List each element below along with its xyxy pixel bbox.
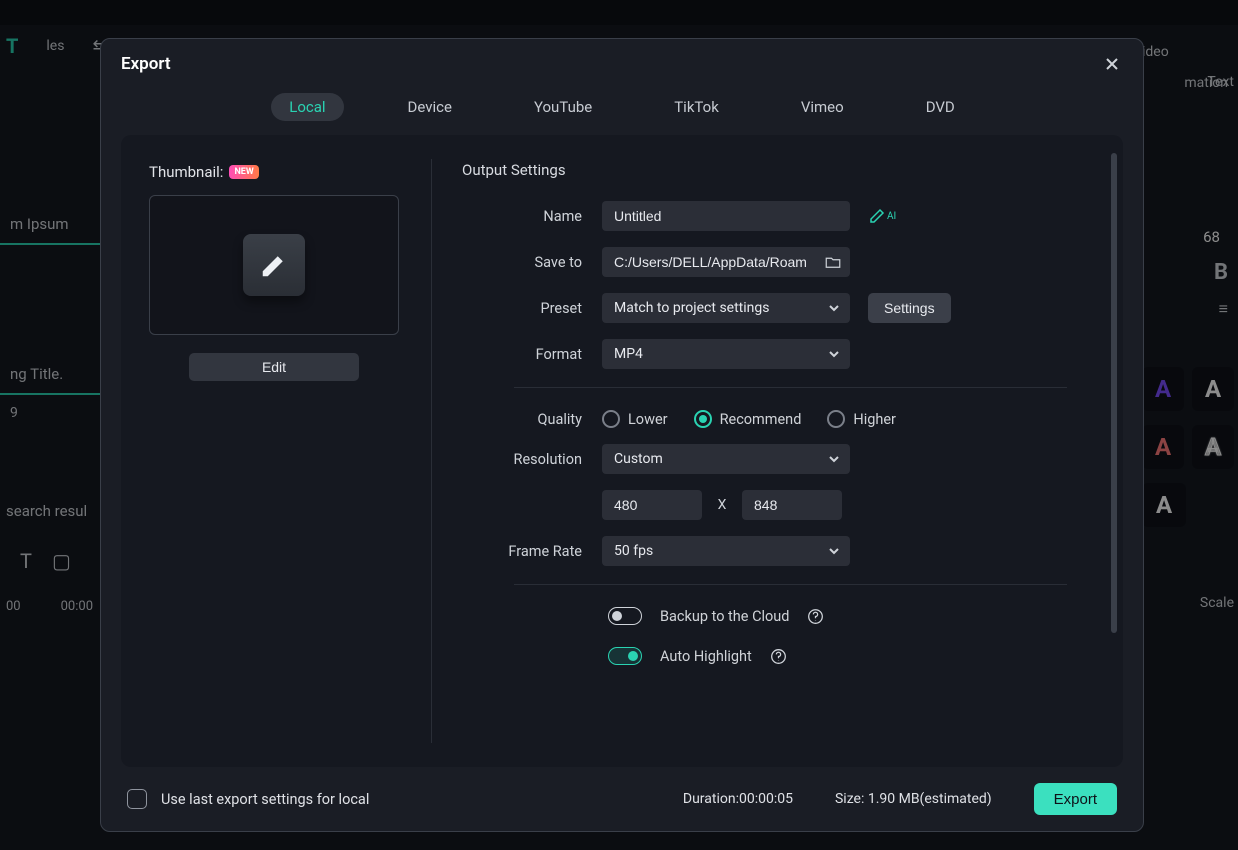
scrollbar[interactable]	[1111, 153, 1117, 633]
divider	[514, 584, 1067, 585]
resolution-x: X	[712, 497, 732, 513]
tab-vimeo[interactable]: Vimeo	[783, 93, 862, 121]
close-button[interactable]	[1101, 53, 1123, 75]
size-info: Size: 1.90 MB(estimated)	[835, 791, 992, 807]
dialog-title: Export	[121, 54, 171, 74]
duration-info: Duration:00:00:05	[683, 791, 793, 807]
folder-icon[interactable]	[824, 253, 842, 271]
export-tabs: Local Device YouTube TikTok Vimeo DVD	[101, 85, 1143, 135]
chevron-down-icon	[828, 302, 840, 314]
preset-tile: m Ipsum	[0, 95, 100, 245]
preset-select[interactable]: Match to project settings	[602, 293, 850, 323]
name-input[interactable]	[602, 201, 850, 231]
resolution-height-input[interactable]	[742, 490, 842, 520]
output-settings-heading: Output Settings	[462, 161, 1067, 179]
export-button[interactable]: Export	[1034, 783, 1117, 815]
quality-recommend[interactable]: Recommend	[694, 410, 802, 428]
chevron-down-icon	[828, 453, 840, 465]
edit-thumbnail-icon	[243, 234, 305, 296]
export-dialog: Export Local Device YouTube TikTok Vimeo…	[100, 38, 1144, 832]
tab-local[interactable]: Local	[271, 93, 343, 121]
edit-thumbnail-button[interactable]: Edit	[189, 353, 359, 381]
help-icon[interactable]	[807, 608, 824, 625]
search-results-text: search resul	[0, 491, 100, 531]
crop-tool-icon: ▢	[52, 549, 71, 573]
text-tool-icon: T	[20, 549, 32, 573]
tab-youtube[interactable]: YouTube	[516, 93, 610, 121]
ai-name-icon[interactable]: AI	[868, 207, 896, 225]
thumbnail-preview[interactable]	[149, 195, 399, 335]
resolution-select[interactable]: Custom	[602, 444, 850, 474]
chevron-down-icon	[828, 348, 840, 360]
divider	[514, 387, 1067, 388]
name-label: Name	[462, 208, 602, 225]
titles-icon: T	[6, 34, 18, 58]
thumbnail-label: Thumbnail:	[149, 163, 223, 181]
backup-cloud-label: Backup to the Cloud	[660, 608, 789, 625]
toolbar-item: les	[46, 38, 64, 54]
saveto-label: Save to	[462, 254, 602, 271]
tab-device[interactable]: Device	[390, 93, 470, 121]
saveto-input[interactable]	[602, 247, 850, 277]
framerate-label: Frame Rate	[462, 543, 602, 560]
close-icon	[1104, 56, 1120, 72]
new-badge: NEW	[229, 165, 258, 179]
resolution-label: Resolution	[462, 451, 602, 468]
preset-label: Preset	[462, 300, 602, 317]
preset-tile: ng Title.	[0, 245, 100, 395]
use-last-settings-label: Use last export settings for local	[161, 791, 369, 808]
preset-settings-button[interactable]: Settings	[868, 293, 951, 323]
chevron-down-icon	[828, 545, 840, 557]
auto-highlight-label: Auto Highlight	[660, 648, 752, 665]
framerate-select[interactable]: 50 fps	[602, 536, 850, 566]
help-icon[interactable]	[770, 648, 787, 665]
tab-dvd[interactable]: DVD	[908, 93, 973, 121]
quality-higher[interactable]: Higher	[827, 410, 896, 428]
format-label: Format	[462, 346, 602, 363]
backup-cloud-toggle[interactable]	[608, 607, 642, 625]
resolution-width-input[interactable]	[602, 490, 702, 520]
quality-lower[interactable]: Lower	[602, 410, 668, 428]
auto-highlight-toggle[interactable]	[608, 647, 642, 665]
format-select[interactable]: MP4	[602, 339, 850, 369]
tab-tiktok[interactable]: TikTok	[656, 93, 737, 121]
use-last-settings-checkbox[interactable]	[127, 789, 147, 809]
quality-label: Quality	[462, 411, 602, 428]
